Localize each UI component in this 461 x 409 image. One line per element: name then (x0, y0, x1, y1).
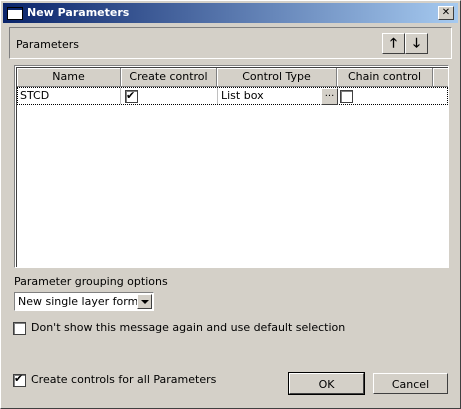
move-up-button[interactable]: 🡑 (382, 33, 405, 54)
window-title: New Parameters (27, 6, 130, 19)
control-type-browse-button[interactable]: ... (321, 88, 338, 105)
create-all-label: Create controls for all Parameters (31, 373, 217, 386)
arrow-down-icon: 🡓 (413, 36, 420, 51)
ok-button[interactable]: OK (288, 372, 365, 395)
title-bar: New Parameters ✕ (3, 3, 458, 23)
arrow-up-icon: 🡑 (390, 36, 397, 51)
chain-control-checkbox[interactable] (340, 90, 353, 103)
grouping-selected-value: New single layer form (18, 295, 139, 308)
cancel-button[interactable]: Cancel (373, 373, 448, 394)
cell-create-control[interactable] (121, 88, 218, 104)
control-type-value: List box (221, 89, 264, 102)
column-header-name[interactable]: Name (17, 68, 121, 87)
cell-name[interactable]: STCD (20, 88, 121, 104)
column-header-chain-control[interactable]: Chain control (337, 68, 433, 87)
table-row[interactable]: STCD List box ... (17, 87, 448, 105)
new-parameters-dialog: New Parameters ✕ Parameters 🡑 🡓 Name Cre… (0, 0, 461, 409)
parameters-label: Parameters (16, 38, 79, 51)
column-header-create-control[interactable]: Create control (121, 68, 217, 87)
dont-show-checkbox[interactable] (13, 322, 26, 335)
close-button[interactable]: ✕ (438, 6, 454, 20)
chevron-down-icon[interactable] (137, 294, 152, 309)
move-down-button[interactable]: 🡓 (405, 33, 428, 54)
grouping-label: Parameter grouping options (14, 275, 168, 288)
parameters-toolbar: Parameters 🡑 🡓 (9, 27, 452, 59)
cell-control-type[interactable]: List box ... (218, 88, 338, 105)
column-header-control-type[interactable]: Control Type (217, 68, 337, 87)
cell-chain-control[interactable] (338, 88, 433, 104)
create-all-checkbox[interactable] (13, 372, 26, 387)
grouping-select[interactable]: New single layer form (14, 292, 154, 311)
window-icon (7, 7, 23, 20)
parameter-name: STCD (20, 89, 50, 102)
dont-show-label: Don't show this message again and use de… (31, 321, 346, 334)
create-control-checkbox[interactable] (125, 88, 138, 104)
column-header-filler (433, 68, 448, 87)
parameters-grid[interactable]: Name Create control Control Type Chain c… (14, 65, 449, 268)
